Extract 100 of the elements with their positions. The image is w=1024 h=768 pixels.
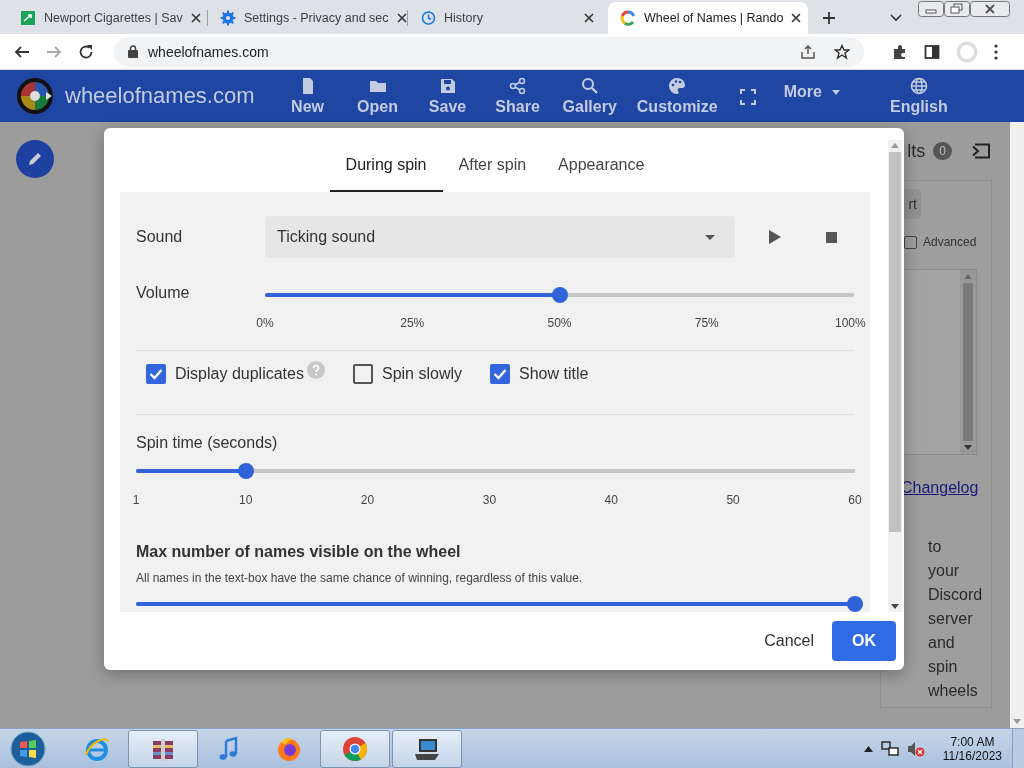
- back-icon[interactable]: [14, 43, 30, 60]
- address-field[interactable]: wheelofnames.com: [114, 36, 864, 67]
- menu-button[interactable]: English: [879, 72, 958, 120]
- menu-button[interactable]: Open: [342, 72, 413, 120]
- menu-icon[interactable]: [994, 43, 998, 60]
- star-icon[interactable]: [834, 43, 850, 60]
- section-title: Max number of names visible on the wheel: [136, 543, 462, 561]
- slider-thumb[interactable]: [847, 596, 863, 612]
- tick-label: 1: [132, 493, 140, 507]
- close-icon[interactable]: [190, 13, 201, 23]
- count-badge: 0: [933, 142, 952, 160]
- wheel-logo-icon[interactable]: [16, 77, 54, 115]
- menu-button[interactable]: Customize: [626, 72, 728, 120]
- tick-label: 50%: [547, 316, 572, 330]
- close-icon[interactable]: [396, 13, 407, 23]
- cancel-button[interactable]: Cancel: [762, 624, 816, 658]
- checkbox-label[interactable]: Display duplicates: [175, 365, 304, 384]
- checkbox-label[interactable]: Advanced: [923, 235, 977, 249]
- help-text: All names in the text-box have the same chance of winning, regardless of this value.: [136, 571, 584, 585]
- field-label: Spin time (seconds): [136, 434, 278, 452]
- sound-dropdown[interactable]: Ticking sound: [265, 216, 735, 258]
- chrome-icon: [341, 734, 369, 763]
- checkbox-label[interactable]: Show title: [519, 365, 589, 384]
- save-icon: [438, 76, 457, 95]
- tick-label: 40: [604, 493, 618, 507]
- tab-title[interactable]: Wheel of Names | Rando: [644, 11, 784, 25]
- page-icon: [20, 10, 36, 26]
- show-hidden-icon[interactable]: [863, 745, 873, 752]
- reload-icon[interactable]: [78, 43, 94, 60]
- slider-thumb[interactable]: [551, 287, 568, 303]
- clock-date[interactable]: 11/16/2023: [942, 748, 1002, 763]
- search-icon: [580, 76, 599, 95]
- tick-label: 60: [848, 493, 862, 507]
- clock-time[interactable]: 7:00 AM: [950, 734, 995, 749]
- changelog-link[interactable]: Changelog: [901, 479, 979, 497]
- edit-button[interactable]: [16, 140, 54, 178]
- browser-tab[interactable]: Newport Cigarettes | Sav: [8, 2, 208, 34]
- tab-title[interactable]: History: [444, 11, 576, 25]
- close-window-icon[interactable]: [970, 1, 1010, 17]
- puzzle-icon[interactable]: [892, 43, 908, 60]
- scroll-down-icon[interactable]: [891, 604, 899, 609]
- site-title[interactable]: wheelofnames.com: [65, 83, 255, 109]
- close-icon[interactable]: [791, 13, 802, 23]
- checkbox[interactable]: [352, 364, 373, 385]
- share-icon: [508, 76, 527, 95]
- globe-icon: [909, 76, 928, 95]
- scrollbar[interactable]: [1010, 122, 1024, 728]
- chevron-down-icon[interactable]: [890, 14, 902, 22]
- scroll-down-icon[interactable]: [964, 445, 972, 450]
- sidebar-icon[interactable]: [924, 43, 940, 60]
- pencil-icon: [27, 151, 43, 167]
- browser-tab[interactable]: Settings - Privacy and sec: [208, 2, 408, 34]
- lock-icon: [128, 45, 138, 58]
- results-heading[interactable]: lts: [907, 140, 926, 162]
- tick-label: 25%: [400, 316, 425, 330]
- share-icon[interactable]: [800, 43, 816, 60]
- start-button-icon[interactable]: [10, 730, 46, 767]
- dialog-tab[interactable]: After spin: [442, 144, 543, 192]
- minimize-icon[interactable]: [918, 1, 944, 17]
- tick-label: 0%: [256, 316, 274, 330]
- slider-thumb[interactable]: [237, 463, 254, 479]
- stop-icon[interactable]: [826, 231, 837, 243]
- volume-muted-icon[interactable]: [906, 740, 925, 757]
- new-tab-icon[interactable]: [822, 11, 836, 25]
- tick-label: 100%: [834, 316, 866, 330]
- caret-icon: [831, 89, 840, 95]
- tick-label: 20: [360, 493, 375, 507]
- tick-label: 50: [726, 493, 740, 507]
- tab-title[interactable]: Newport Cigarettes | Sav: [44, 11, 183, 25]
- menu-button[interactable]: New: [272, 72, 343, 120]
- tab-title[interactable]: Settings - Privacy and sec: [244, 11, 389, 25]
- scrollbar[interactable]: [960, 270, 976, 454]
- checkbox[interactable]: [146, 364, 166, 385]
- tick-label: 75%: [694, 316, 719, 330]
- taskbar-button[interactable]: [128, 729, 198, 768]
- close-icon[interactable]: [584, 13, 594, 23]
- tick-label: 30: [482, 493, 497, 507]
- taskbar-button[interactable]: [392, 729, 462, 768]
- play-icon[interactable]: [769, 230, 781, 244]
- menu-button[interactable]: Save: [412, 72, 483, 120]
- menu-button[interactable]: More: [767, 83, 858, 109]
- browser-tab[interactable]: History: [408, 2, 608, 34]
- tick-label: 10: [239, 493, 253, 507]
- dialog-tab[interactable]: Appearance: [542, 144, 661, 192]
- settings-icon: [220, 10, 236, 26]
- network-icon[interactable]: [880, 740, 899, 757]
- checkbox[interactable]: [490, 364, 510, 385]
- scrollbar[interactable]: [888, 140, 902, 612]
- restore-icon[interactable]: [944, 1, 970, 17]
- fullscreen-icon: [739, 89, 756, 105]
- caret-icon: [705, 234, 715, 240]
- history-icon: [420, 10, 436, 26]
- panel-text: to your Discord server and spin wheels: [928, 537, 984, 701]
- wheel-icon: [620, 10, 636, 26]
- browser-tab[interactable]: Wheel of Names | Rando: [608, 2, 808, 34]
- ok-button[interactable]: OK: [832, 621, 896, 661]
- menu-button[interactable]: Share: [482, 72, 553, 120]
- checkbox-label[interactable]: Spin slowly: [381, 365, 462, 384]
- menu-button[interactable]: Gallery: [552, 72, 627, 120]
- collapse-panel-icon[interactable]: [972, 143, 990, 159]
